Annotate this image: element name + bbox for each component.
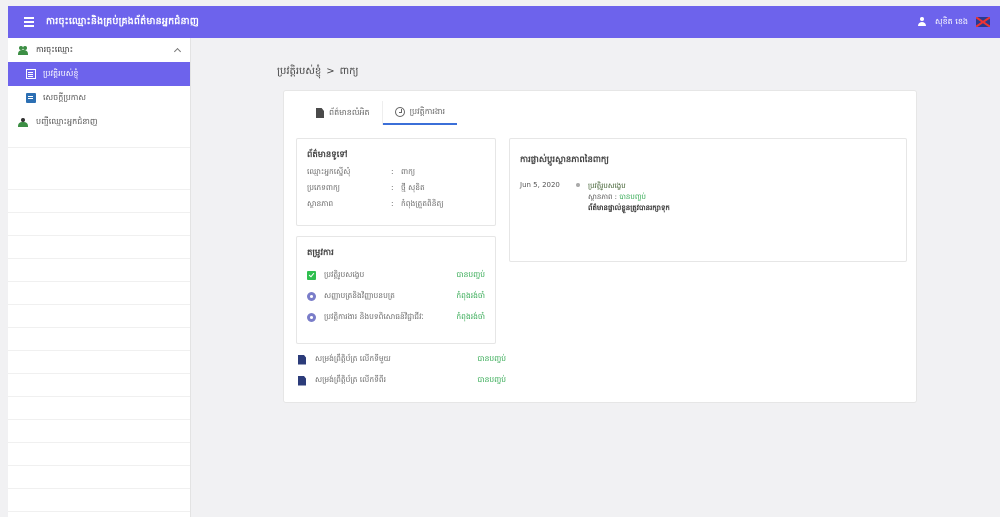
requirements-panel: តម្រូវការ ប្រវត្តិរូបសង្ខេប បានបញ្ចប់ សញ… — [296, 236, 496, 344]
history-entry: Jun 5, 2020 ប្រវត្តិរូបសង្ខេប ស្ថានភាព :… — [520, 181, 896, 214]
requirements-title: តម្រូវការ — [307, 248, 334, 258]
user-name[interactable]: សុខិត ខេង — [935, 16, 968, 28]
main-card: ព័ត៌មានលំអិត ប្រវត្តិការងារ ព័ត៌មានទូទៅ … — [283, 90, 917, 403]
info-colon: : — [391, 199, 394, 208]
file-status: បានបញ្ចប់ — [477, 375, 506, 384]
general-info-title: ព័ត៌មានទូទៅ — [307, 150, 348, 160]
language-flag-icon[interactable] — [976, 17, 990, 27]
requirement-label: សញ្ញាបត្រនិងវិញ្ញាបនបត្រ — [324, 291, 395, 300]
sidebar-item-label: ប្រវត្តិរបស់ខ្ញុំ — [43, 69, 79, 78]
file-row[interactable]: សម្រង់ព្រឹត្តិប័ត្រ លើកទីពីរ បានបញ្ចប់ — [296, 370, 506, 391]
info-value: ពាក្យ — [401, 167, 416, 176]
file-list: សម្រង់ព្រឹត្តិប័ត្រ លើកទីមួយ បានបញ្ចប់ ស… — [296, 349, 506, 391]
app-title: ការចុះឈ្មោះនិងគ្រប់គ្រងព័ត៌មានអ្នកជំនាញ — [46, 16, 200, 27]
user-icon[interactable] — [917, 17, 927, 27]
radio-icon — [307, 292, 316, 301]
history-body: ប្រវត្តិរូបសង្ខេប ស្ថានភាព : បានបញ្ចប់ ព… — [588, 181, 670, 214]
history-note: ព័ត៌មានផ្ទាល់ខ្លួនត្រូវបានរក្សាទុក — [588, 204, 670, 212]
sidebar-group-label: ការចុះឈ្មោះ — [36, 45, 74, 54]
file-label[interactable]: សម្រង់ព្រឹត្តិប័ត្រ លើកទីមួយ — [315, 354, 391, 365]
clock-icon — [394, 107, 405, 117]
sidebar-item-label: បញ្ជីឈ្មោះអ្នកជំនាញ — [36, 117, 98, 126]
requirement-label: ប្រវត្តិរូបសង្ខេប — [324, 270, 365, 279]
info-row: ឈ្មោះអ្នកស្នើសុំ : ពាក្យ — [307, 167, 485, 178]
hamburger-menu-icon[interactable] — [18, 17, 40, 27]
checkbox-checked-icon — [307, 271, 316, 280]
sidebar-item-expert-list[interactable]: បញ្ជីឈ្មោះអ្នកជំនាញ — [8, 110, 190, 134]
timeline-dot-icon — [568, 181, 588, 214]
info-label: ប្រភេទពាក្យ — [307, 183, 341, 192]
users-icon — [18, 45, 29, 55]
general-info-panel: ព័ត៌មានទូទៅ ឈ្មោះអ្នកស្នើសុំ : ពាក្យ ប្រ… — [296, 138, 496, 226]
file-icon — [298, 375, 306, 386]
requirement-row[interactable]: ប្រវត្តិការងារ និងបទពិសោធន៍វិជ្ជាជីវៈ កំ… — [307, 312, 485, 323]
history-title: ប្រវត្តិរូបសង្ខេប — [588, 182, 626, 190]
breadcrumb-current: ពាក្យ — [339, 66, 359, 77]
info-row: ស្ថានភាព : កំពុងត្រួតពិនិត្យ — [307, 199, 485, 210]
info-colon: : — [391, 183, 394, 192]
group-icon — [18, 117, 29, 127]
file-row[interactable]: សម្រង់ព្រឹត្តិប័ត្រ លើកទីមួយ បានបញ្ចប់ — [296, 349, 506, 370]
breadcrumb-parent[interactable]: ប្រវត្តិរបស់ខ្ញុំ — [277, 64, 321, 79]
sidebar-item-label: សេចក្តីប្រកាស — [43, 93, 87, 102]
requirement-row[interactable]: សញ្ញាបត្រនិងវិញ្ញាបនបត្រ កំពុងរង់ចាំ — [307, 291, 485, 302]
history-status-value: បានបញ្ចប់ — [619, 193, 646, 201]
file-label[interactable]: សម្រង់ព្រឹត្តិប័ត្រ លើកទីពីរ — [315, 375, 386, 386]
sidebar-item-my-profile[interactable]: ប្រវត្តិរបស់ខ្ញុំ — [8, 62, 190, 86]
tab-history[interactable]: ប្រវត្តិការងារ — [382, 101, 458, 125]
info-value: កំពុងត្រួតពិនិត្យ — [401, 199, 444, 208]
status-history-title: ការផ្លាស់ប្តូរស្ថានភាពនៃពាក្យ — [520, 155, 609, 165]
info-colon: : — [391, 167, 394, 176]
top-bar: ការចុះឈ្មោះនិងគ្រប់គ្រងព័ត៌មានអ្នកជំនាញ … — [8, 6, 1000, 38]
status-history-panel: ការផ្លាស់ប្តូរស្ថានភាពនៃពាក្យ Jun 5, 202… — [509, 138, 907, 262]
info-row: ប្រភេទពាក្យ : ថ្មី សុខិត — [307, 183, 485, 194]
requirement-row[interactable]: ប្រវត្តិរូបសង្ខេប បានបញ្ចប់ — [307, 270, 485, 281]
chevron-up-icon[interactable] — [173, 47, 182, 56]
file-icon — [298, 354, 306, 365]
history-status-label: ស្ថានភាព : — [588, 193, 618, 201]
history-date: Jun 5, 2020 — [520, 181, 560, 189]
info-value: ថ្មី សុខិត — [401, 183, 425, 192]
breadcrumb: ប្រវត្តិរបស់ខ្ញុំ > ពាក្យ — [277, 64, 359, 79]
document-icon — [26, 93, 36, 103]
requirement-label: ប្រវត្តិការងារ និងបទពិសោធន៍វិជ្ជាជីវៈ — [324, 312, 424, 321]
sidebar: ការចុះឈ្មោះ ប្រវត្តិរបស់ខ្ញុំ សេចក្តីប្រ… — [8, 38, 191, 517]
history-status-line: ស្ថានភាព : បានបញ្ចប់ — [588, 192, 670, 203]
tab-details[interactable]: ព័ត៌មានលំអិត — [304, 101, 382, 125]
file-status: បានបញ្ចប់ — [477, 354, 506, 363]
topbar-user-area: សុខិត ខេង — [917, 16, 990, 28]
info-label: ឈ្មោះអ្នកស្នើសុំ — [307, 167, 351, 176]
list-icon — [26, 69, 36, 79]
requirement-status: បានបញ្ចប់ — [456, 270, 485, 279]
tab-label: ប្រវត្តិការងារ — [409, 107, 446, 116]
sidebar-item-announcement[interactable]: សេចក្តីប្រកាស — [8, 86, 190, 110]
breadcrumb-separator: > — [326, 66, 335, 77]
file-icon — [316, 108, 324, 118]
radio-icon — [307, 313, 316, 322]
requirement-status: កំពុងរង់ចាំ — [456, 291, 485, 300]
requirement-status: កំពុងរង់ចាំ — [456, 312, 485, 321]
tab-bar: ព័ត៌មានលំអិត ប្រវត្តិការងារ — [304, 101, 458, 125]
tab-label: ព័ត៌មានលំអិត — [329, 108, 370, 117]
info-label: ស្ថានភាព — [307, 199, 334, 208]
sidebar-group-registration[interactable]: ការចុះឈ្មោះ — [8, 38, 190, 62]
